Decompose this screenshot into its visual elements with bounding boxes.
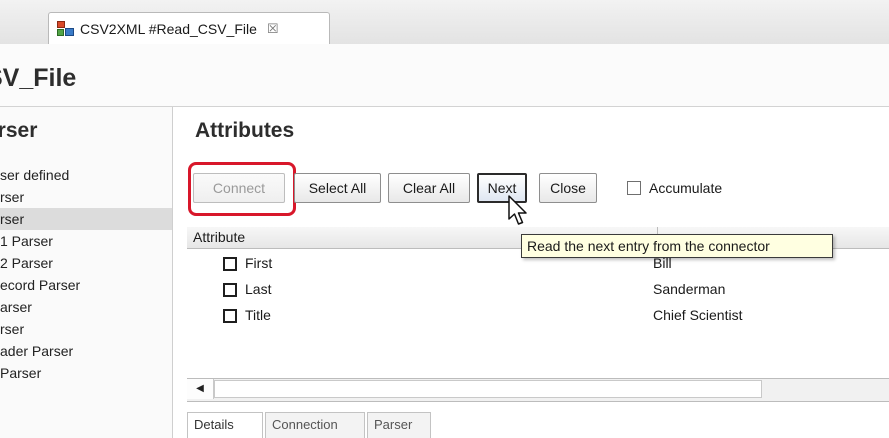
tab-connection[interactable]: Connection: [265, 412, 365, 438]
tab-parser[interactable]: Parser: [367, 412, 431, 438]
parser-panel-header: arser: [0, 119, 38, 142]
title-bar: SV_File: [0, 44, 889, 107]
accumulate-checkbox[interactable]: Accumulate: [627, 173, 722, 203]
attributes-title: Attributes: [195, 119, 295, 142]
accumulate-checkbox-box[interactable]: [627, 181, 641, 195]
parser-list-item[interactable]: ecord Parser: [0, 274, 172, 296]
editor-tab-label: CSV2XML #Read_CSV_File: [80, 20, 257, 37]
parser-list-item[interactable]: rser: [0, 186, 172, 208]
row-checkbox[interactable]: [223, 257, 237, 271]
scroll-left-arrow-icon[interactable]: ◀: [187, 379, 214, 399]
table-row[interactable]: Title Chief Scientist: [187, 304, 889, 330]
attribute-name: Last: [245, 281, 272, 297]
clear-all-button[interactable]: Clear All: [388, 173, 470, 203]
select-all-button[interactable]: Select All: [294, 173, 381, 203]
attribute-column-header[interactable]: Attribute: [193, 229, 245, 245]
close-button[interactable]: Close: [539, 173, 597, 203]
accumulate-label: Accumulate: [649, 180, 723, 196]
attributes-panel: Attributes Connect Select All Clear All …: [173, 107, 889, 438]
assembly-line-icon: [57, 21, 74, 36]
scrollbar-thumb[interactable]: [214, 380, 762, 398]
table-row[interactable]: Last Sanderman: [187, 278, 889, 304]
parser-list-item[interactable]: ser defined: [0, 164, 172, 186]
connect-button[interactable]: Connect: [193, 173, 285, 203]
attribute-value: Chief Scientist: [653, 307, 743, 323]
row-checkbox[interactable]: [223, 283, 237, 297]
parser-list-item[interactable]: ader Parser: [0, 340, 172, 362]
parser-list-item[interactable]: rser: [0, 318, 172, 340]
mouse-pointer-icon: [508, 195, 527, 225]
parser-list-item[interactable]: 1 Parser: [0, 230, 172, 252]
attribute-name: First: [245, 255, 273, 271]
tab-details[interactable]: Details: [187, 412, 263, 438]
horizontal-scrollbar[interactable]: ◀: [187, 378, 889, 402]
next-tooltip: Read the next entry from the connector: [521, 234, 833, 258]
row-checkbox[interactable]: [223, 309, 237, 323]
parser-list-item[interactable]: Parser: [0, 362, 172, 384]
close-icon[interactable]: ☒: [267, 21, 279, 37]
editor-tab[interactable]: CSV2XML #Read_CSV_File ☒: [48, 12, 330, 44]
parser-list-item[interactable]: arser: [0, 296, 172, 318]
attribute-name: Title: [245, 307, 271, 323]
attribute-value: Sanderman: [653, 281, 726, 297]
editor-tab-strip: CSV2XML #Read_CSV_File ☒: [0, 0, 889, 45]
parser-list: ser defined rser rser 1 Parser 2 Parser …: [0, 164, 172, 384]
parser-panel: arser ser defined rser rser 1 Parser 2 P…: [0, 107, 173, 438]
parser-list-item[interactable]: 2 Parser: [0, 252, 172, 274]
page-title: SV_File: [0, 64, 77, 92]
parser-list-item-selected[interactable]: rser: [0, 208, 172, 230]
